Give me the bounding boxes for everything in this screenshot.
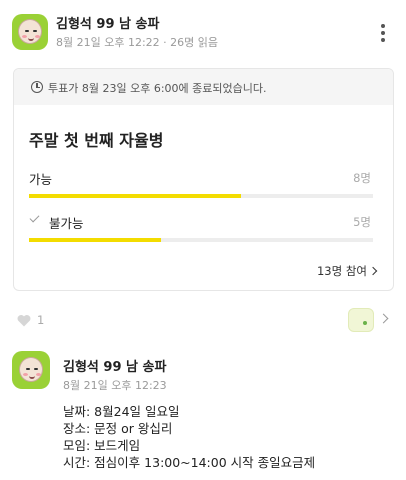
poll-option-fill: [29, 238, 162, 242]
post-meta: 8월 21일 오후 12:22 · 26명 읽음: [56, 36, 219, 49]
poll-option-fill: [29, 194, 241, 198]
chevron-right-icon: [368, 266, 378, 276]
poll-notice-text: 투표가 8월 23일 오후 6:00에 종료되었습니다.: [48, 82, 267, 95]
author-avatar[interactable]: [12, 14, 48, 50]
poll-option-label[interactable]: 가능: [29, 169, 52, 188]
poll-option-bar: [29, 238, 373, 242]
comment-line: 시간: 점심이후 13:00~14:00 시작 종일요금제: [63, 455, 316, 470]
poll-title: 주말 첫 번째 자율병: [29, 131, 164, 150]
chevron-right-icon[interactable]: [378, 313, 389, 324]
participants-link[interactable]: 13명 참여: [316, 263, 378, 279]
poll-option-label[interactable]: 불가능: [49, 213, 84, 232]
comment-author-avatar[interactable]: [12, 351, 50, 389]
poll-card: 투표가 8월 23일 오후 6:00에 종료되었습니다. 주말 첫 번째 자율병…: [13, 68, 394, 291]
comment-time: 8월 21일 오후 12:23: [63, 379, 167, 392]
more-options-icon[interactable]: [378, 24, 388, 42]
poll-option-count: 5명: [353, 215, 371, 229]
heart-icon[interactable]: [17, 314, 31, 327]
comment-author-name[interactable]: 김형석 99 남 송파: [63, 356, 166, 375]
sticker-thumbnail[interactable]: [348, 308, 374, 332]
poll-option-count: 8명: [353, 171, 371, 185]
poll-closed-notice: 투표가 8월 23일 오후 6:00에 종료되었습니다.: [14, 69, 393, 105]
check-icon: [29, 212, 40, 223]
participants-count: 13명 참여: [316, 264, 367, 278]
clock-icon: [31, 81, 43, 93]
avatar-face-icon: [18, 19, 42, 44]
like-count: 1: [37, 313, 45, 327]
post-author-name[interactable]: 김형석 99 남 송파: [56, 13, 159, 32]
poll-option-bar: [29, 194, 373, 198]
avatar-face-icon: [19, 357, 43, 382]
